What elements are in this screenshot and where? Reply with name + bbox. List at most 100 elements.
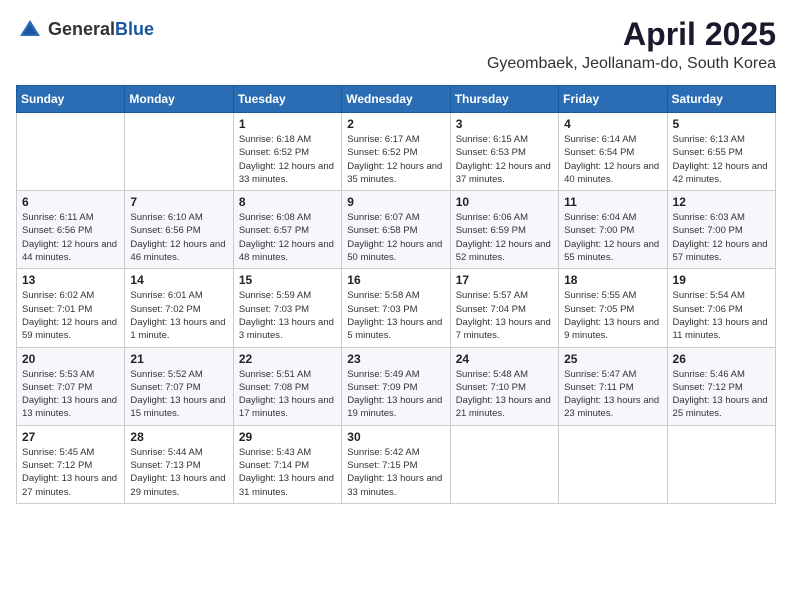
day-detail: Sunrise: 5:44 AM Sunset: 7:13 PM Dayligh… [130,446,227,499]
day-number: 16 [347,273,444,287]
calendar-cell [559,425,667,503]
day-number: 14 [130,273,227,287]
day-detail: Sunrise: 6:06 AM Sunset: 6:59 PM Dayligh… [456,211,553,264]
day-number: 25 [564,352,661,366]
calendar-cell: 20Sunrise: 5:53 AM Sunset: 7:07 PM Dayli… [17,347,125,425]
day-detail: Sunrise: 6:07 AM Sunset: 6:58 PM Dayligh… [347,211,444,264]
day-number: 27 [22,430,119,444]
calendar-cell: 3 Sunrise: 6:15 AM Sunset: 6:53 PM Daylig… [450,113,558,191]
day-detail: Sunrise: 5:53 AM Sunset: 7:07 PM Dayligh… [22,368,119,421]
calendar-header-thursday: Thursday [450,86,558,113]
header: GeneralBlue April 2025 Gyeombaek, Jeolla… [16,16,776,73]
day-detail: Sunrise: 5:47 AM Sunset: 7:11 PM Dayligh… [564,368,661,421]
calendar-cell: 26 Sunrise: 5:46 AM Sunset: 7:12 PM Dayli… [667,347,775,425]
calendar-week-2: 6Sunrise: 6:11 AM Sunset: 6:56 PM Daylig… [17,191,776,269]
day-detail: Sunrise: 5:51 AM Sunset: 7:08 PM Dayligh… [239,368,336,421]
day-number: 26 [673,352,770,366]
day-number: 28 [130,430,227,444]
day-number: 18 [564,273,661,287]
day-detail: Sunrise: 5:55 AM Sunset: 7:05 PM Dayligh… [564,289,661,342]
calendar-cell: 10 Sunrise: 6:06 AM Sunset: 6:59 PM Dayli… [450,191,558,269]
calendar-header-saturday: Saturday [667,86,775,113]
day-detail: Sunrise: 5:49 AM Sunset: 7:09 PM Dayligh… [347,368,444,421]
calendar-cell: 14 Sunrise: 6:01 AM Sunset: 7:02 PM Dayli… [125,269,233,347]
day-number: 30 [347,430,444,444]
logo-general: GeneralBlue [48,20,154,40]
day-detail: Sunrise: 6:10 AM Sunset: 6:56 PM Dayligh… [130,211,227,264]
day-number: 8 [239,195,336,209]
day-detail: Sunrise: 5:42 AM Sunset: 7:15 PM Dayligh… [347,446,444,499]
day-detail: Sunrise: 6:18 AM Sunset: 6:52 PM Dayligh… [239,133,336,186]
location-title: Gyeombaek, Jeollanam-do, South Korea [487,55,776,73]
calendar-header-sunday: Sunday [17,86,125,113]
calendar-cell: 2Sunrise: 6:17 AM Sunset: 6:52 PM Daylig… [342,113,450,191]
calendar-cell: 28 Sunrise: 5:44 AM Sunset: 7:13 PM Dayli… [125,425,233,503]
calendar-week-5: 27 Sunrise: 5:45 AM Sunset: 7:12 PM Dayli… [17,425,776,503]
day-number: 10 [456,195,553,209]
title-area: April 2025 Gyeombaek, Jeollanam-do, Sout… [487,16,776,73]
calendar-cell: 25 Sunrise: 5:47 AM Sunset: 7:11 PM Dayli… [559,347,667,425]
day-number: 17 [456,273,553,287]
day-detail: Sunrise: 5:54 AM Sunset: 7:06 PM Dayligh… [673,289,770,342]
calendar-cell: 29Sunrise: 5:43 AM Sunset: 7:14 PM Dayli… [233,425,341,503]
day-number: 23 [347,352,444,366]
calendar-cell: 15Sunrise: 5:59 AM Sunset: 7:03 PM Dayli… [233,269,341,347]
calendar-cell: 7 Sunrise: 6:10 AM Sunset: 6:56 PM Daylig… [125,191,233,269]
calendar-cell [17,113,125,191]
calendar-cell [667,425,775,503]
day-number: 12 [673,195,770,209]
day-number: 1 [239,117,336,131]
calendar-header-row: SundayMondayTuesdayWednesdayThursdayFrid… [17,86,776,113]
day-detail: Sunrise: 6:01 AM Sunset: 7:02 PM Dayligh… [130,289,227,342]
calendar-header-monday: Monday [125,86,233,113]
day-detail: Sunrise: 5:43 AM Sunset: 7:14 PM Dayligh… [239,446,336,499]
calendar-cell: 5Sunrise: 6:13 AM Sunset: 6:55 PM Daylig… [667,113,775,191]
month-title: April 2025 [487,16,776,53]
calendar-header-tuesday: Tuesday [233,86,341,113]
day-detail: Sunrise: 5:46 AM Sunset: 7:12 PM Dayligh… [673,368,770,421]
calendar-cell: 24 Sunrise: 5:48 AM Sunset: 7:10 PM Dayli… [450,347,558,425]
day-number: 22 [239,352,336,366]
day-number: 7 [130,195,227,209]
calendar-table: SundayMondayTuesdayWednesdayThursdayFrid… [16,85,776,504]
calendar-cell [450,425,558,503]
calendar-cell: 4Sunrise: 6:14 AM Sunset: 6:54 PM Daylig… [559,113,667,191]
calendar-week-3: 13 Sunrise: 6:02 AM Sunset: 7:01 PM Dayli… [17,269,776,347]
calendar-cell: 12Sunrise: 6:03 AM Sunset: 7:00 PM Dayli… [667,191,775,269]
day-number: 24 [456,352,553,366]
calendar-cell: 17 Sunrise: 5:57 AM Sunset: 7:04 PM Dayli… [450,269,558,347]
day-number: 9 [347,195,444,209]
day-number: 15 [239,273,336,287]
day-detail: Sunrise: 6:15 AM Sunset: 6:53 PM Dayligh… [456,133,553,186]
calendar-cell: 23 Sunrise: 5:49 AM Sunset: 7:09 PM Dayli… [342,347,450,425]
day-detail: Sunrise: 5:52 AM Sunset: 7:07 PM Dayligh… [130,368,227,421]
calendar-cell: 1 Sunrise: 6:18 AM Sunset: 6:52 PM Daylig… [233,113,341,191]
day-number: 21 [130,352,227,366]
calendar-cell: 27 Sunrise: 5:45 AM Sunset: 7:12 PM Dayli… [17,425,125,503]
calendar-cell: 6Sunrise: 6:11 AM Sunset: 6:56 PM Daylig… [17,191,125,269]
day-number: 13 [22,273,119,287]
logo: GeneralBlue [16,16,154,44]
calendar-cell [125,113,233,191]
day-number: 19 [673,273,770,287]
day-detail: Sunrise: 5:45 AM Sunset: 7:12 PM Dayligh… [22,446,119,499]
calendar-week-4: 20Sunrise: 5:53 AM Sunset: 7:07 PM Dayli… [17,347,776,425]
calendar-cell: 30 Sunrise: 5:42 AM Sunset: 7:15 PM Dayli… [342,425,450,503]
day-detail: Sunrise: 6:02 AM Sunset: 7:01 PM Dayligh… [22,289,119,342]
calendar-header-wednesday: Wednesday [342,86,450,113]
day-detail: Sunrise: 5:57 AM Sunset: 7:04 PM Dayligh… [456,289,553,342]
logo-icon [16,16,44,44]
day-detail: Sunrise: 6:13 AM Sunset: 6:55 PM Dayligh… [673,133,770,186]
day-number: 3 [456,117,553,131]
day-detail: Sunrise: 5:48 AM Sunset: 7:10 PM Dayligh… [456,368,553,421]
calendar-cell: 8Sunrise: 6:08 AM Sunset: 6:57 PM Daylig… [233,191,341,269]
day-detail: Sunrise: 6:04 AM Sunset: 7:00 PM Dayligh… [564,211,661,264]
calendar-cell: 16 Sunrise: 5:58 AM Sunset: 7:03 PM Dayli… [342,269,450,347]
day-number: 11 [564,195,661,209]
day-detail: Sunrise: 5:58 AM Sunset: 7:03 PM Dayligh… [347,289,444,342]
day-number: 2 [347,117,444,131]
calendar-cell: 11 Sunrise: 6:04 AM Sunset: 7:00 PM Dayli… [559,191,667,269]
calendar-week-1: 1 Sunrise: 6:18 AM Sunset: 6:52 PM Daylig… [17,113,776,191]
calendar-cell: 18 Sunrise: 5:55 AM Sunset: 7:05 PM Dayli… [559,269,667,347]
calendar-cell: 9 Sunrise: 6:07 AM Sunset: 6:58 PM Daylig… [342,191,450,269]
